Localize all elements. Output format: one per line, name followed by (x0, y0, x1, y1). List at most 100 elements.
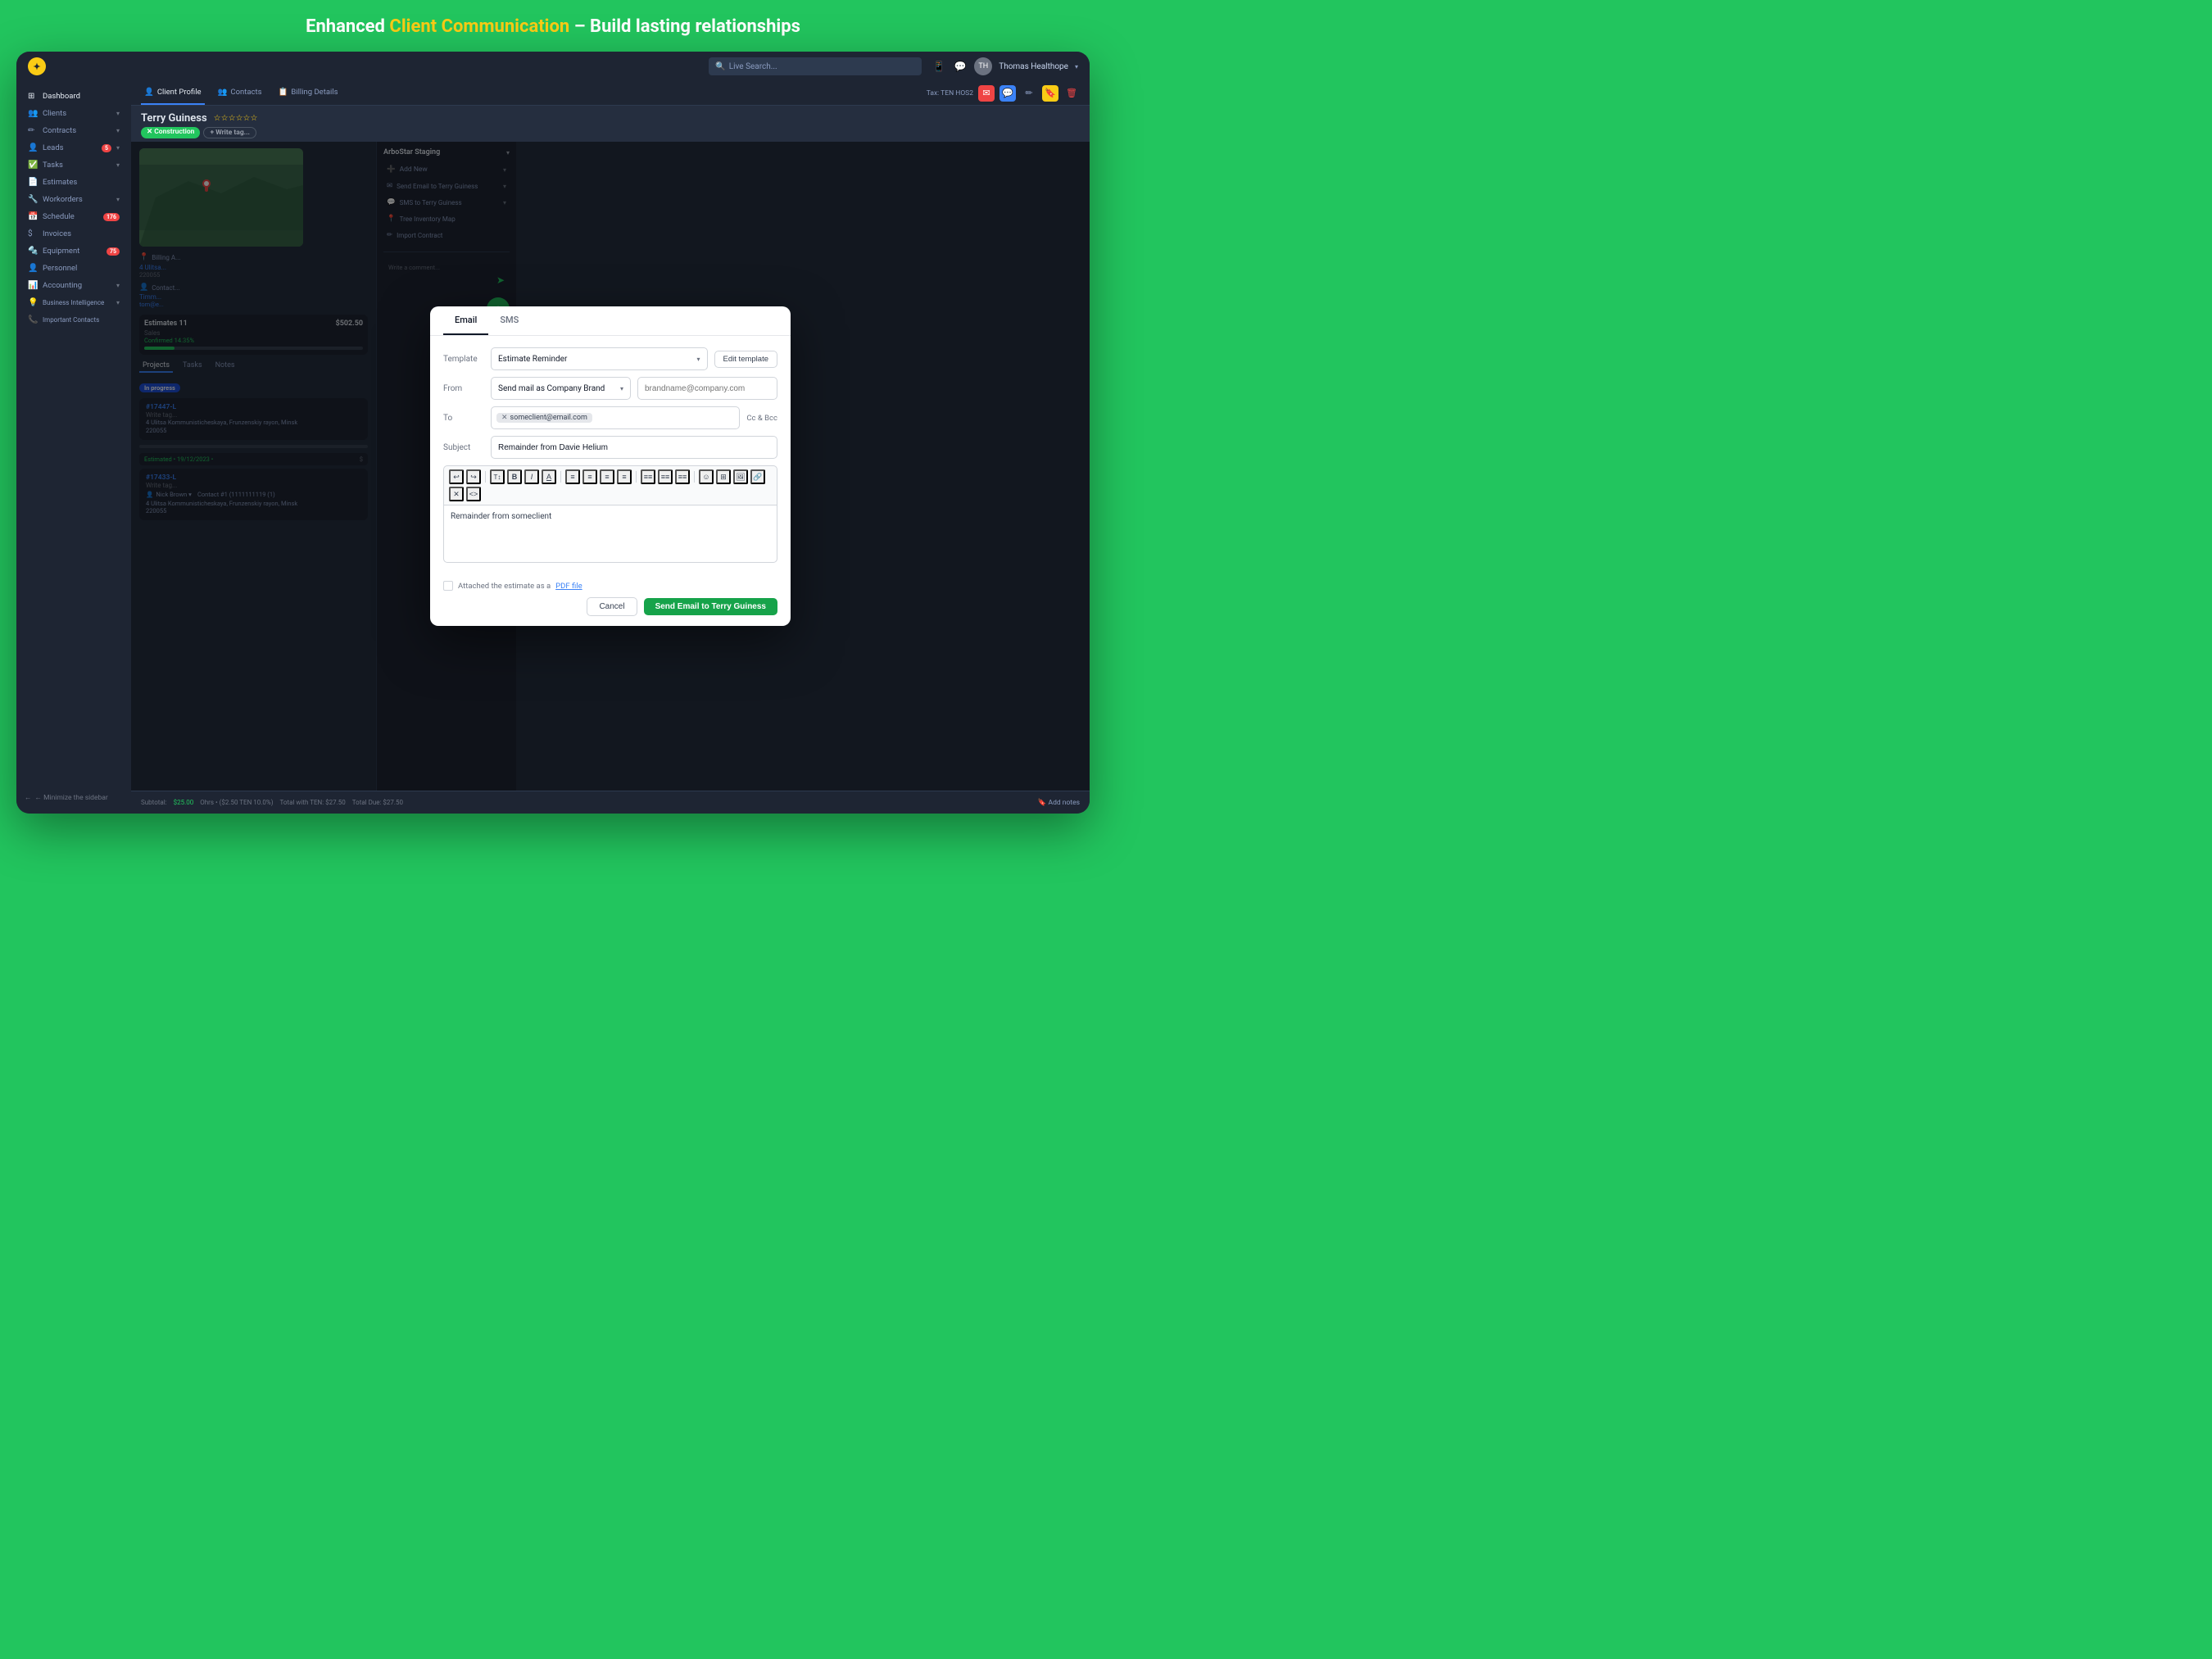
text-type-button[interactable]: T↕ (490, 469, 505, 484)
subject-input[interactable] (491, 436, 777, 459)
pdf-checkbox[interactable] (443, 581, 453, 591)
user-avatar[interactable]: TH (974, 57, 992, 75)
subject-row: Subject (443, 436, 777, 459)
sidebar-item-bi[interactable]: 💡 Business Intelligence ▾ (20, 294, 128, 311)
align-left-button[interactable]: ≡ (565, 469, 580, 484)
template-row: Template Estimate Reminder ▾ Estimate Re… (443, 347, 777, 370)
billing-icon: 📋 (279, 88, 288, 97)
sidebar-item-personnel[interactable]: 👤 Personnel (20, 260, 128, 277)
send-email-button[interactable]: Send Email to Terry Guiness (644, 598, 777, 615)
edit-action-button[interactable]: ✏ (1021, 85, 1037, 102)
indent-button[interactable]: ≡≡ (675, 469, 690, 484)
align-center-button[interactable]: ≡ (582, 469, 597, 484)
editor-content: Remainder from someclient (451, 512, 551, 521)
client-tag-construction[interactable]: ✕ Construction (141, 127, 200, 138)
tab-contacts[interactable]: 👥 Contacts (215, 81, 265, 105)
from-email-input[interactable] (637, 377, 777, 400)
contacts-tab-icon: 👥 (218, 88, 228, 97)
from-select[interactable]: Send mail as Company Brand ▾ (491, 377, 631, 400)
toolbar-sep-4 (694, 471, 695, 483)
sidebar-item-schedule[interactable]: 📅 Schedule 176 (20, 208, 128, 225)
from-row: From Send mail as Company Brand ▾ (443, 377, 777, 400)
modal-overlay: Email SMS Template Estimate Reminder ▾ (131, 142, 1090, 791)
minimize-sidebar-button[interactable]: ← ← Minimize the sidebar (16, 788, 131, 807)
top-bar: ✦ 🔍 Live Search... 📱 💬 TH Thomas Healtho… (16, 52, 1090, 81)
app-logo[interactable]: ✦ (28, 57, 46, 75)
list-button[interactable]: ≡≡ (641, 469, 655, 484)
sidebar-item-invoices[interactable]: $ Invoices (20, 225, 128, 243)
clear-format-button[interactable]: ✕ (449, 487, 464, 501)
ordered-list-button[interactable]: ≡≡ (658, 469, 673, 484)
subject-label: Subject (443, 443, 484, 452)
edit-template-button[interactable]: Edit template (714, 351, 777, 368)
content-body: 📍 Billing A... 4 Ulitsa... 220055 👤 Cont… (131, 142, 1090, 791)
modal-tab-email[interactable]: Email (443, 306, 488, 335)
sidebar-item-dashboard[interactable]: ⊞ Dashboard (20, 88, 128, 105)
code-button[interactable]: <> (466, 487, 481, 501)
toolbar-sep-1 (485, 471, 486, 483)
cc-bcc-button[interactable]: Cc & Bcc (746, 414, 777, 423)
tab-billing[interactable]: 📋 Billing Details (275, 81, 342, 105)
chat-icon[interactable]: 💬 (953, 59, 968, 74)
sidebar-item-tasks[interactable]: ✅ Tasks ▾ (20, 156, 128, 174)
align-justify-button[interactable]: ≡ (617, 469, 632, 484)
sidebar-item-accounting[interactable]: 📊 Accounting ▾ (20, 277, 128, 294)
sidebar-label-tasks: Tasks (43, 161, 111, 170)
contacts-icon: 📞 (28, 315, 38, 324)
schedule-badge: 176 (103, 213, 120, 221)
table-button[interactable]: ⊞ (716, 469, 731, 484)
image-button[interactable]: 🖼 (733, 469, 748, 484)
email-editor[interactable]: Remainder from someclient (443, 505, 777, 563)
content-area: 👤 Client Profile 👥 Contacts 📋 Billing De… (131, 81, 1090, 814)
sidebar-label-invoices: Invoices (43, 229, 120, 238)
underline-button[interactable]: A (542, 469, 556, 484)
email-action-button[interactable]: ✉ (978, 85, 995, 102)
sidebar-item-estimates[interactable]: 📄 Estimates (20, 174, 128, 191)
tasks-arrow: ▾ (116, 161, 120, 169)
cancel-button[interactable]: Cancel (587, 597, 637, 616)
minimize-label: ← Minimize the sidebar (35, 793, 108, 802)
template-select[interactable]: Estimate Reminder ▾ Estimate Reminder (491, 347, 708, 370)
toolbar-sep-3 (636, 471, 637, 483)
sms-action-button[interactable]: 💬 (999, 85, 1016, 102)
from-value: Send mail as Company Brand (498, 384, 620, 393)
emoji-button[interactable]: ☺ (699, 469, 714, 484)
client-tag-add[interactable]: + Write tag... (203, 127, 256, 138)
to-email-remove[interactable]: ✕ (501, 414, 508, 422)
dashboard-icon: ⊞ (28, 92, 38, 101)
email-modal: Email SMS Template Estimate Reminder ▾ (430, 306, 791, 626)
italic-button[interactable]: I (524, 469, 539, 484)
search-placeholder: Live Search... (729, 62, 777, 71)
sidebar-item-contracts[interactable]: ✏ Contracts ▾ (20, 122, 128, 139)
add-notes-link[interactable]: 🔖 Add notes (1038, 799, 1080, 807)
redo-button[interactable]: ↪ (466, 469, 481, 484)
sidebar-item-equipment[interactable]: 🔩 Equipment 75 (20, 243, 128, 260)
pdf-link[interactable]: PDF file (555, 582, 582, 591)
search-bar[interactable]: 🔍 Live Search... (709, 57, 922, 75)
undo-button[interactable]: ↩ (449, 469, 464, 484)
billing-label: Billing Details (291, 88, 338, 97)
sidebar-item-clients[interactable]: 👥 Clients ▾ (20, 105, 128, 122)
modal-tab-sms[interactable]: SMS (488, 306, 530, 335)
bi-icon: 💡 (28, 298, 38, 307)
tab-client-profile[interactable]: 👤 Client Profile (141, 81, 205, 105)
sidebar-item-leads[interactable]: 👤 Leads 5 ▾ (20, 139, 128, 156)
link-button[interactable]: 🔗 (750, 469, 765, 484)
bold-button[interactable]: B (507, 469, 522, 484)
pdf-row: Attached the estimate as a PDF file (443, 581, 777, 591)
delete-action-button[interactable]: 🗑 (1063, 85, 1080, 102)
main-layout: ⊞ Dashboard 👥 Clients ▾ ✏ Contracts ▾ 👤 … (16, 81, 1090, 814)
workorders-arrow: ▾ (116, 196, 120, 203)
headline-highlight: Client Communication (389, 16, 569, 37)
align-right-button[interactable]: ≡ (600, 469, 614, 484)
mobile-icon[interactable]: 📱 (931, 59, 946, 74)
bottom-bar: Subtotal: $25.00 Ohrs • ($2.50 TEN 10.0%… (131, 791, 1090, 814)
sidebar-item-workorders[interactable]: 🔧 Workorders ▾ (20, 191, 128, 208)
contracts-icon: ✏ (28, 126, 38, 135)
sidebar-item-contacts[interactable]: 📞 Important Contacts (20, 311, 128, 329)
sidebar-label-clients: Clients (43, 109, 111, 118)
bottom-subtotal-value: $25.00 (174, 799, 194, 806)
user-dropdown-arrow[interactable]: ▾ (1075, 63, 1078, 70)
tasks-icon: ✅ (28, 161, 38, 170)
bookmark-action-button[interactable]: 🔖 (1042, 85, 1058, 102)
